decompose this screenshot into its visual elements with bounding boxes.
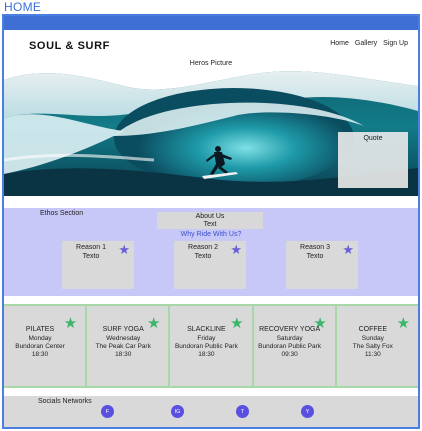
nav-gallery-link[interactable]: Gallery	[355, 40, 377, 47]
class-time: 18:30	[198, 351, 215, 358]
class-location: Bundoran Public Park	[174, 343, 238, 350]
facebook-icon[interactable]: F	[101, 405, 114, 418]
page-label: HOME	[4, 0, 42, 14]
about-us-text: Text	[203, 221, 217, 228]
class-day: Sunday	[361, 335, 384, 342]
class-location: The Salty Fox	[352, 343, 393, 350]
class-time: 09:30	[281, 351, 298, 358]
reason-card-1: Reason 1 Texto ★	[62, 241, 134, 289]
class-day: Monday	[28, 335, 52, 342]
class-location: Bundoran Center	[15, 343, 65, 350]
classes-section: ★ PILATES Monday Bundoran Center 18:30 ★…	[4, 304, 418, 388]
class-name: RECOVERY YOGA	[259, 326, 321, 333]
reason-card-3: Reason 3 Texto ★	[286, 241, 358, 289]
reason-text: Texto	[194, 253, 212, 260]
class-day: Wednesday	[106, 335, 141, 342]
youtube-icon[interactable]: Y	[301, 405, 314, 418]
twitter-icon[interactable]: T	[236, 405, 249, 418]
top-bar	[4, 16, 418, 30]
star-icon: ★	[118, 242, 130, 257]
why-ride-heading[interactable]: Why Ride With Us?	[4, 231, 418, 238]
reason-text: Texto	[82, 253, 100, 260]
star-icon: ★	[342, 242, 354, 257]
class-location: Bundoran Public Park	[258, 343, 322, 350]
page-frame: SOUL & SURF Home Gallery Sign Up Heros P…	[2, 14, 420, 429]
hero-label: Heros Picture	[189, 60, 233, 67]
section-spacer	[4, 296, 418, 304]
reason-title: Reason 3	[300, 244, 330, 251]
socials-section: Socials Networks F IG T Y	[4, 396, 418, 427]
class-time: 11:30	[364, 351, 381, 358]
class-day: Saturday	[276, 335, 303, 342]
class-name: SURF YOGA	[102, 326, 144, 333]
class-location: The Peak Car Park	[95, 343, 151, 350]
class-card-recovery-yoga[interactable]: ★ RECOVERY YOGA Saturday Bundoran Public…	[253, 306, 335, 386]
nav-home-link[interactable]: Home	[330, 40, 349, 47]
class-time: 18:30	[31, 351, 49, 358]
reason-text: Texto	[306, 253, 324, 260]
class-card-surf-yoga[interactable]: ★ SURF YOGA Wednesday The Peak Car Park …	[87, 306, 169, 386]
ethos-title: Ethos Section	[40, 210, 84, 217]
class-name: PILATES	[25, 326, 55, 333]
instagram-icon[interactable]: IG	[171, 405, 184, 418]
about-us-title: About Us	[195, 213, 225, 220]
class-card-slackline[interactable]: ★ SLACKLINE Friday Bundoran Public Park …	[170, 306, 252, 386]
hero-spacer	[4, 196, 418, 208]
about-us-box: About Us Text	[157, 212, 263, 229]
brand-logo[interactable]: SOUL & SURF	[29, 40, 110, 52]
quote-box: Quote	[338, 132, 408, 188]
ethos-section: Ethos Section About Us Text Why Ride Wit…	[4, 208, 418, 296]
main-nav: Home Gallery Sign Up	[330, 40, 408, 47]
class-card-pilates[interactable]: ★ PILATES Monday Bundoran Center 18:30	[4, 306, 86, 386]
class-name: SLACKLINE	[187, 326, 226, 333]
star-icon: ★	[230, 242, 242, 257]
hero-picture: Heros Picture Quote	[4, 56, 418, 196]
reason-title: Reason 1	[76, 244, 106, 251]
class-name: COFFEE	[358, 326, 387, 333]
class-time: 18:30	[115, 351, 132, 358]
reason-title: Reason 2	[188, 244, 218, 251]
nav-signup-link[interactable]: Sign Up	[383, 40, 408, 47]
class-card-coffee[interactable]: ★ COFFEE Sunday The Salty Fox 11:30	[336, 306, 418, 386]
class-day: Friday	[197, 335, 216, 342]
socials-title: Socials Networks	[38, 398, 92, 405]
quote-label: Quote	[363, 135, 383, 142]
reason-card-2: Reason 2 Texto ★	[174, 241, 246, 289]
